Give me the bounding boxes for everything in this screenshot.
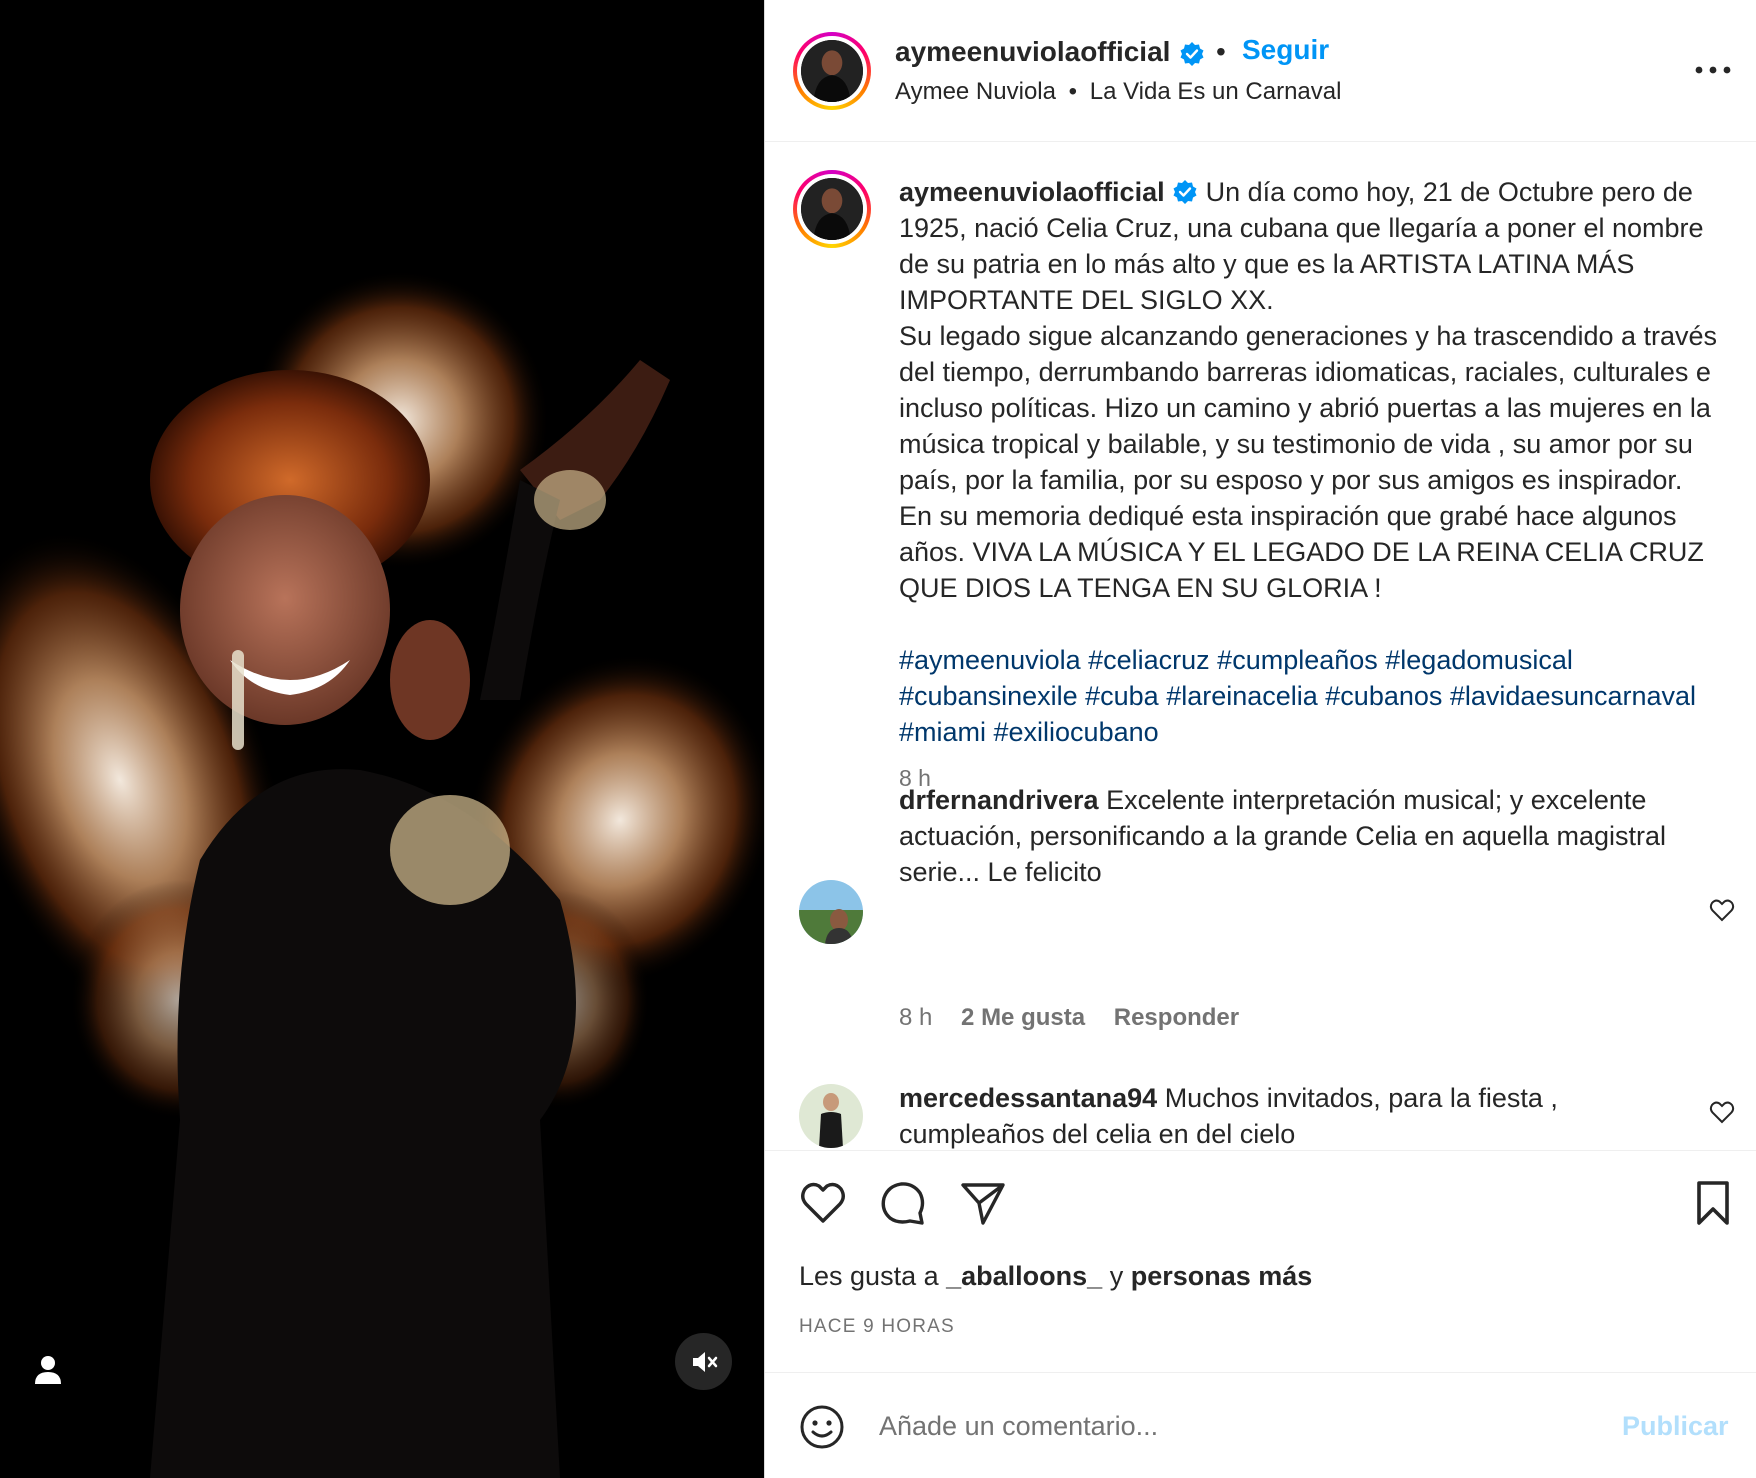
commenter-avatar[interactable] [799,880,863,944]
verified-badge-icon [1173,180,1197,204]
ellipsis-icon[interactable] [1691,56,1735,84]
mute-button[interactable] [675,1333,732,1390]
author-avatar[interactable] [793,32,871,110]
commenter-avatar[interactable] [799,1084,863,1148]
post-timestamp[interactable]: HACE 9 HORAS [799,1316,955,1338]
comment-text: drfernandrivera Excelente interpretación… [899,782,1679,890]
caption-paragraph: En su memoria dediqué esta inspiración q… [899,501,1704,603]
smiley-icon[interactable] [799,1404,845,1450]
audio-title[interactable]: La Vida Es un Carnaval [1090,78,1342,105]
follow-button[interactable]: Seguir [1242,34,1329,66]
audio-attribution[interactable]: Aymee Nuviola • La Vida Es un Carnaval [895,78,1341,106]
caption-paragraph: Su legado sigue alcanzando generaciones … [899,321,1718,495]
comment-username[interactable]: mercedessantana94 [899,1083,1157,1113]
comment-composer: Publicar [765,1372,1756,1478]
post-video-frame [0,0,764,1478]
likes-conj: y [1109,1261,1124,1291]
speaker-muted-icon [692,1351,717,1372]
comment-timestamp: 8 h [899,1004,933,1031]
comment-meta: 8 h 2 Me gusta Responder [899,1004,1261,1032]
post-media[interactable] [0,0,764,1478]
bookmark-icon[interactable] [1689,1179,1737,1227]
caption-hashtags[interactable]: #aymeenuviola #celiacruz #cumpleaños #le… [899,642,1727,750]
comment-like-heart-icon[interactable] [1709,1100,1735,1124]
post-caption: aymeenuviolaofficial Un día como hoy, 21… [899,174,1727,796]
caption-username[interactable]: aymeenuviolaofficial [899,177,1165,207]
likes-user[interactable]: _aballoons_ [946,1261,1102,1291]
comment-bubble-icon[interactable] [879,1179,927,1227]
verified-badge-icon [1180,42,1204,66]
comment-like-heart-icon[interactable] [1709,898,1735,922]
publish-button[interactable]: Publicar [1622,1411,1729,1442]
post-side-panel: aymeenuviolaofficial • Seguir Aymee Nuvi… [764,0,1756,1478]
likes-others[interactable]: personas más [1131,1261,1313,1291]
comment-username[interactable]: drfernandrivera [899,785,1099,815]
author-username[interactable]: aymeenuviolaofficial [895,36,1170,68]
reply-button[interactable]: Responder [1114,1004,1239,1031]
caption-avatar[interactable] [793,170,871,248]
comment-text: mercedessantana94 Muchos invitados, para… [899,1080,1679,1150]
post-header: aymeenuviolaofficial • Seguir Aymee Nuvi… [765,0,1756,142]
audio-artist[interactable]: Aymee Nuviola [895,78,1056,105]
paper-plane-icon[interactable] [959,1179,1007,1227]
comment-likes[interactable]: 2 Me gusta [961,1004,1085,1031]
user-tag-icon[interactable] [30,1352,66,1388]
post-actions: Les gusta a _aballoons_ y personas más H… [765,1150,1756,1372]
likes-prefix: Les gusta a [799,1261,939,1291]
audio-separator: • [1068,78,1078,105]
comments-list[interactable]: aymeenuviolaofficial Un día como hoy, 21… [765,142,1756,1150]
comment-input[interactable] [879,1403,1579,1449]
likes-summary[interactable]: Les gusta a _aballoons_ y personas más [799,1261,1312,1292]
heart-icon[interactable] [799,1179,847,1227]
header-separator: • [1216,36,1226,67]
